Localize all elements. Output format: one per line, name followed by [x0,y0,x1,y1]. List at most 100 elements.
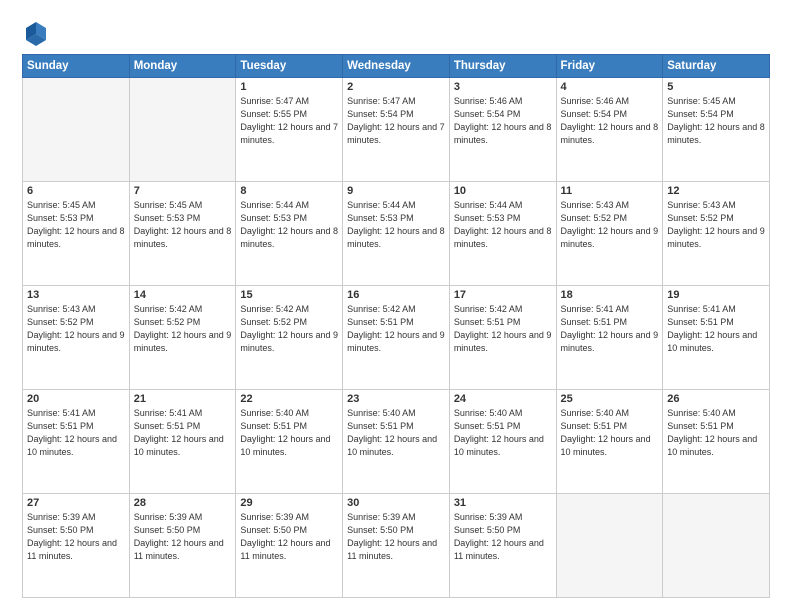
calendar-day-cell: 15 Sunrise: 5:42 AM Sunset: 5:52 PM Dayli… [236,286,343,390]
day-info: Sunrise: 5:45 AM Sunset: 5:53 PM Dayligh… [27,199,125,251]
day-info: Sunrise: 5:40 AM Sunset: 5:51 PM Dayligh… [454,407,552,459]
page: SundayMondayTuesdayWednesdayThursdayFrid… [0,0,792,612]
day-number: 17 [454,289,552,301]
day-number: 2 [347,81,445,93]
day-number: 12 [667,185,765,197]
day-info: Sunrise: 5:43 AM Sunset: 5:52 PM Dayligh… [27,303,125,355]
calendar-day-cell [23,78,130,182]
calendar-day-cell: 24 Sunrise: 5:40 AM Sunset: 5:51 PM Dayli… [449,390,556,494]
day-info: Sunrise: 5:39 AM Sunset: 5:50 PM Dayligh… [454,511,552,563]
calendar-day-cell [556,494,663,598]
calendar-day-cell: 11 Sunrise: 5:43 AM Sunset: 5:52 PM Dayli… [556,182,663,286]
day-info: Sunrise: 5:47 AM Sunset: 5:54 PM Dayligh… [347,95,445,147]
day-number: 27 [27,497,125,509]
calendar-day-cell: 2 Sunrise: 5:47 AM Sunset: 5:54 PM Daylig… [343,78,450,182]
day-info: Sunrise: 5:47 AM Sunset: 5:55 PM Dayligh… [240,95,338,147]
calendar-day-cell [129,78,236,182]
day-number: 1 [240,81,338,93]
day-info: Sunrise: 5:46 AM Sunset: 5:54 PM Dayligh… [561,95,659,147]
day-number: 11 [561,185,659,197]
day-info: Sunrise: 5:39 AM Sunset: 5:50 PM Dayligh… [240,511,338,563]
calendar-day-cell: 18 Sunrise: 5:41 AM Sunset: 5:51 PM Dayli… [556,286,663,390]
day-number: 3 [454,81,552,93]
calendar-week-row: 13 Sunrise: 5:43 AM Sunset: 5:52 PM Dayli… [23,286,770,390]
logo-icon [22,18,50,46]
day-number: 23 [347,393,445,405]
day-number: 29 [240,497,338,509]
day-number: 15 [240,289,338,301]
weekday-header: Monday [129,55,236,78]
day-info: Sunrise: 5:42 AM Sunset: 5:51 PM Dayligh… [347,303,445,355]
day-info: Sunrise: 5:42 AM Sunset: 5:51 PM Dayligh… [454,303,552,355]
day-number: 4 [561,81,659,93]
day-number: 20 [27,393,125,405]
day-number: 6 [27,185,125,197]
logo [22,18,54,46]
calendar-week-row: 6 Sunrise: 5:45 AM Sunset: 5:53 PM Daylig… [23,182,770,286]
weekday-header: Thursday [449,55,556,78]
day-number: 24 [454,393,552,405]
weekday-header: Wednesday [343,55,450,78]
day-number: 25 [561,393,659,405]
calendar-day-cell: 22 Sunrise: 5:40 AM Sunset: 5:51 PM Dayli… [236,390,343,494]
day-info: Sunrise: 5:40 AM Sunset: 5:51 PM Dayligh… [667,407,765,459]
day-number: 19 [667,289,765,301]
calendar-week-row: 20 Sunrise: 5:41 AM Sunset: 5:51 PM Dayli… [23,390,770,494]
calendar-day-cell: 17 Sunrise: 5:42 AM Sunset: 5:51 PM Dayli… [449,286,556,390]
day-info: Sunrise: 5:44 AM Sunset: 5:53 PM Dayligh… [240,199,338,251]
day-number: 7 [134,185,232,197]
calendar-day-cell: 19 Sunrise: 5:41 AM Sunset: 5:51 PM Dayli… [663,286,770,390]
calendar-day-cell [663,494,770,598]
calendar-day-cell: 20 Sunrise: 5:41 AM Sunset: 5:51 PM Dayli… [23,390,130,494]
day-number: 31 [454,497,552,509]
day-number: 22 [240,393,338,405]
calendar-day-cell: 10Sunrise: 5:44 AM Sunset: 5:53 PM Dayli… [449,182,556,286]
day-number: 5 [667,81,765,93]
day-info: Sunrise: 5:41 AM Sunset: 5:51 PM Dayligh… [134,407,232,459]
calendar-day-cell: 5Sunrise: 5:45 AM Sunset: 5:54 PM Daylig… [663,78,770,182]
header [22,18,770,46]
day-number: 13 [27,289,125,301]
day-info: Sunrise: 5:40 AM Sunset: 5:51 PM Dayligh… [561,407,659,459]
day-number: 18 [561,289,659,301]
calendar-day-cell: 16 Sunrise: 5:42 AM Sunset: 5:51 PM Dayli… [343,286,450,390]
calendar-day-cell: 28 Sunrise: 5:39 AM Sunset: 5:50 PM Dayli… [129,494,236,598]
calendar-day-cell: 3Sunrise: 5:46 AM Sunset: 5:54 PM Daylig… [449,78,556,182]
day-info: Sunrise: 5:41 AM Sunset: 5:51 PM Dayligh… [561,303,659,355]
calendar-day-cell: 8 Sunrise: 5:44 AM Sunset: 5:53 PM Daylig… [236,182,343,286]
day-number: 16 [347,289,445,301]
calendar-day-cell: 31 Sunrise: 5:39 AM Sunset: 5:50 PM Dayli… [449,494,556,598]
weekday-header: Sunday [23,55,130,78]
calendar-day-cell: 1 Sunrise: 5:47 AM Sunset: 5:55 PM Daylig… [236,78,343,182]
calendar-day-cell: 29 Sunrise: 5:39 AM Sunset: 5:50 PM Dayli… [236,494,343,598]
calendar-day-cell: 27 Sunrise: 5:39 AM Sunset: 5:50 PM Dayli… [23,494,130,598]
day-info: Sunrise: 5:39 AM Sunset: 5:50 PM Dayligh… [134,511,232,563]
calendar-day-cell: 9 Sunrise: 5:44 AM Sunset: 5:53 PM Daylig… [343,182,450,286]
day-info: Sunrise: 5:42 AM Sunset: 5:52 PM Dayligh… [134,303,232,355]
day-number: 9 [347,185,445,197]
calendar-table: SundayMondayTuesdayWednesdayThursdayFrid… [22,54,770,598]
day-info: Sunrise: 5:39 AM Sunset: 5:50 PM Dayligh… [347,511,445,563]
weekday-header: Friday [556,55,663,78]
calendar-day-cell: 6 Sunrise: 5:45 AM Sunset: 5:53 PM Daylig… [23,182,130,286]
day-info: Sunrise: 5:41 AM Sunset: 5:51 PM Dayligh… [667,303,765,355]
calendar-day-cell: 13 Sunrise: 5:43 AM Sunset: 5:52 PM Dayli… [23,286,130,390]
calendar-day-cell: 23 Sunrise: 5:40 AM Sunset: 5:51 PM Dayli… [343,390,450,494]
day-info: Sunrise: 5:40 AM Sunset: 5:51 PM Dayligh… [240,407,338,459]
day-info: Sunrise: 5:42 AM Sunset: 5:52 PM Dayligh… [240,303,338,355]
day-number: 21 [134,393,232,405]
day-info: Sunrise: 5:44 AM Sunset: 5:53 PM Dayligh… [347,199,445,251]
day-info: Sunrise: 5:41 AM Sunset: 5:51 PM Dayligh… [27,407,125,459]
day-info: Sunrise: 5:40 AM Sunset: 5:51 PM Dayligh… [347,407,445,459]
calendar-header-row: SundayMondayTuesdayWednesdayThursdayFrid… [23,55,770,78]
day-number: 8 [240,185,338,197]
day-number: 28 [134,497,232,509]
day-number: 14 [134,289,232,301]
day-info: Sunrise: 5:39 AM Sunset: 5:50 PM Dayligh… [27,511,125,563]
calendar-day-cell: 30 Sunrise: 5:39 AM Sunset: 5:50 PM Dayli… [343,494,450,598]
day-info: Sunrise: 5:45 AM Sunset: 5:53 PM Dayligh… [134,199,232,251]
day-number: 10 [454,185,552,197]
day-number: 30 [347,497,445,509]
calendar-day-cell: 21 Sunrise: 5:41 AM Sunset: 5:51 PM Dayli… [129,390,236,494]
day-info: Sunrise: 5:43 AM Sunset: 5:52 PM Dayligh… [561,199,659,251]
